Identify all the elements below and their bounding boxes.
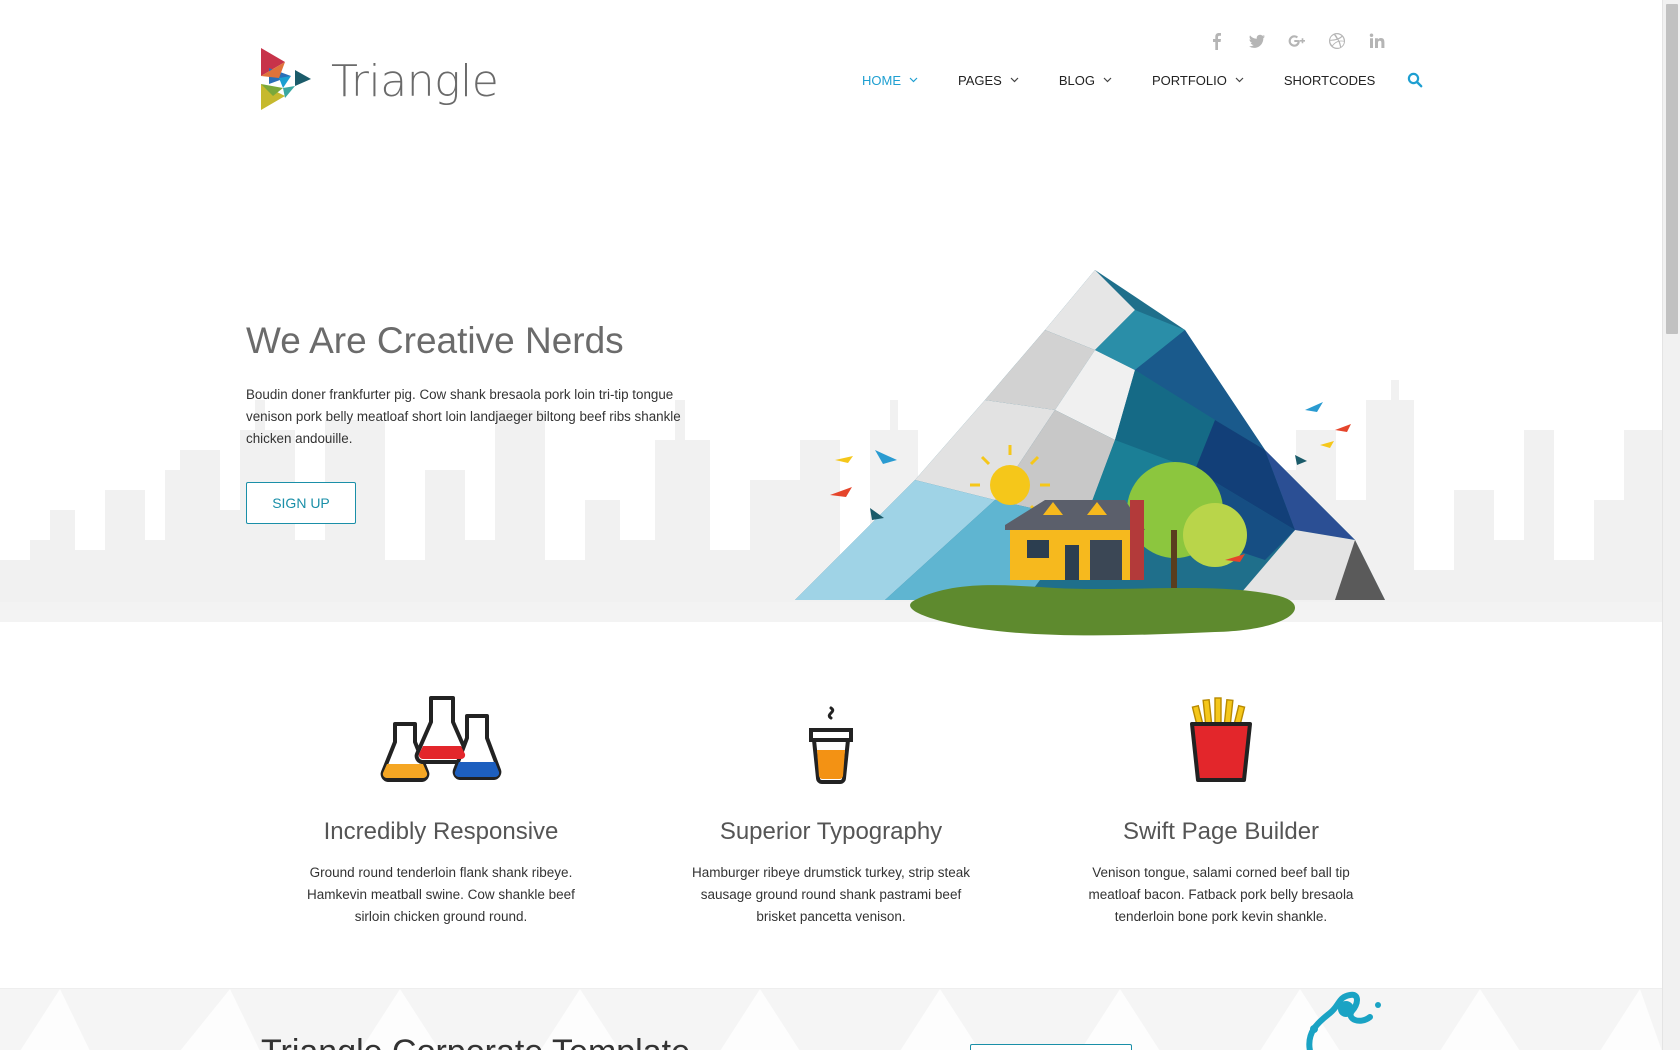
feature-text: Venison tongue, salami corned beef ball … [1088, 865, 1354, 924]
chevron-down-icon [1010, 77, 1019, 83]
features-section: Incredibly Responsive Ground round tende… [0, 622, 1662, 988]
dribbble-icon[interactable] [1324, 28, 1350, 54]
mountain-house-illustration [795, 270, 1385, 636]
flasks-icon [380, 696, 502, 782]
feature-card: Superior Typography Hamburger ribeye dru… [681, 684, 981, 928]
nav-pages-label: PAGES [958, 72, 1002, 88]
hero-section: We Are Creative Nerds Boudin doner frank… [0, 140, 1662, 636]
search-icon[interactable] [1407, 72, 1423, 88]
logo[interactable]: Triangle [259, 48, 499, 114]
feature-title: Swift Page Builder [1122, 818, 1320, 845]
social-links [1204, 28, 1390, 54]
nav-blog[interactable]: BLOG [1059, 73, 1112, 88]
nav-blog-label: BLOG [1058, 72, 1095, 88]
nav-pages[interactable]: PAGES [958, 73, 1019, 88]
facebook-icon[interactable] [1204, 28, 1230, 54]
triangle-pattern-background [20, 989, 1662, 1050]
feature-card: Incredibly Responsive Ground round tende… [291, 684, 591, 928]
band-button[interactable] [970, 1044, 1132, 1050]
scrollbar[interactable] [1662, 0, 1680, 1050]
twitter-icon[interactable] [1244, 28, 1270, 54]
scrollbar-thumb[interactable] [1666, 4, 1678, 334]
sign-up-button[interactable]: SIGN UP [246, 482, 356, 524]
chevron-down-icon [1235, 77, 1244, 83]
chevron-down-icon [1103, 77, 1112, 83]
fries-icon [1190, 697, 1252, 782]
brand-name: Triangle [331, 55, 499, 107]
band-title: Triangle Corporate Template [261, 1033, 690, 1050]
feature-title: Superior Typography [719, 818, 943, 845]
nav-shortcodes-label: SHORTCODES [1283, 72, 1376, 88]
nav-home[interactable]: HOME [862, 73, 918, 88]
chevron-down-icon [909, 77, 918, 83]
paint-splash-illustration [1306, 991, 1381, 1050]
feature-title: Incredibly Responsive [323, 818, 559, 845]
nav-portfolio-label: PORTFOLIO [1151, 72, 1227, 88]
site-header: Triangle HOME PAGES BLOG PORTFOLIO SHORT… [0, 0, 1662, 140]
nav-home-label: HOME [862, 72, 901, 88]
nav-portfolio[interactable]: PORTFOLIO [1152, 73, 1244, 88]
hero-description: Boudin doner frankfurter pig. Cow shank … [246, 387, 681, 446]
hero-title: We Are Creative Nerds [246, 320, 624, 361]
main-nav: HOME PAGES BLOG PORTFOLIO SHORTCODES [862, 72, 1423, 88]
google-plus-icon[interactable] [1284, 28, 1310, 54]
linkedin-icon[interactable] [1364, 28, 1390, 54]
feature-text: Ground round tenderloin flank shank ribe… [307, 865, 575, 924]
triangle-logo-icon [261, 48, 311, 110]
feature-card: Swift Page Builder Venison tongue, salam… [1071, 684, 1371, 928]
coffee-cup-icon [809, 706, 853, 784]
promo-band: Triangle Corporate Template [0, 988, 1662, 1050]
feature-text: Hamburger ribeye drumstick turkey, strip… [691, 865, 971, 924]
nav-shortcodes[interactable]: SHORTCODES [1284, 73, 1376, 88]
